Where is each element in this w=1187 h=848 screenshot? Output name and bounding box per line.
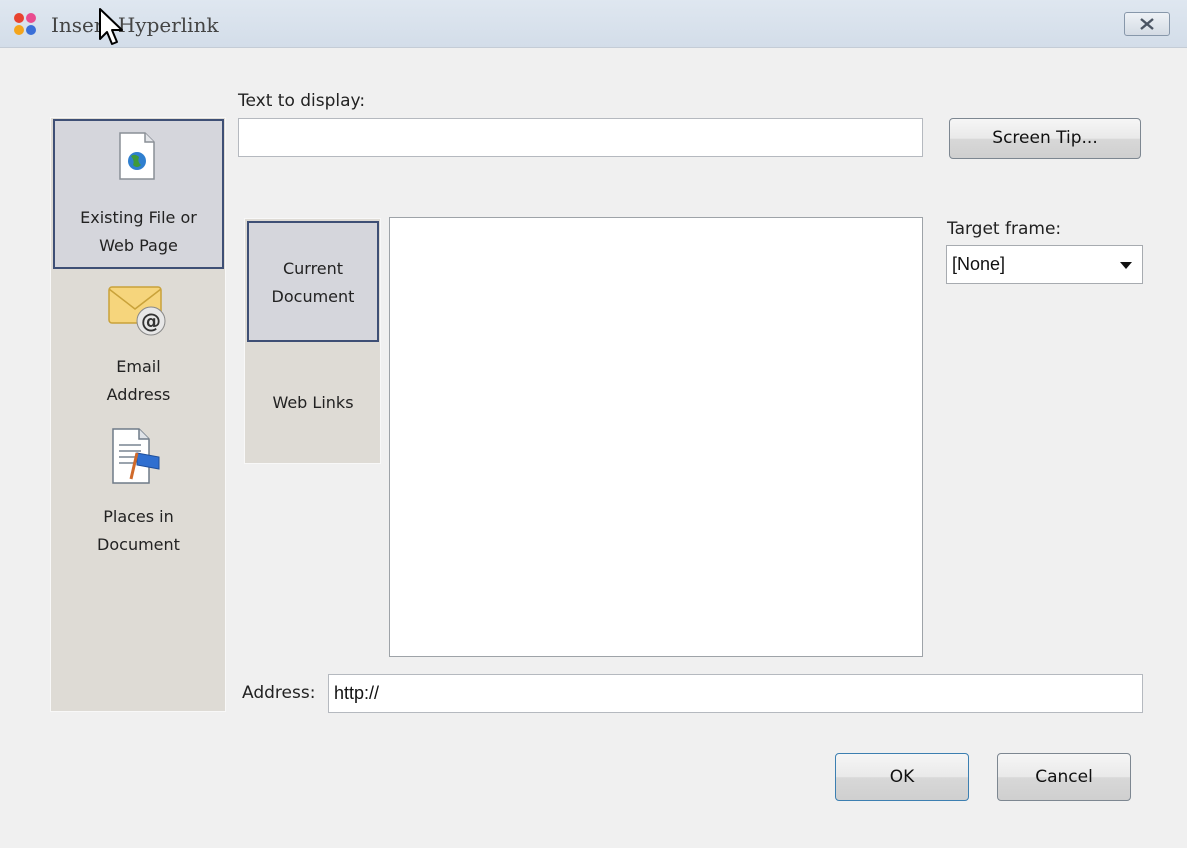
- link-to-places-label: Places in Document: [97, 507, 180, 554]
- mouse-cursor-icon: [99, 8, 123, 45]
- web-page-icon: [119, 132, 155, 180]
- link-to-existing-file-label: Existing File or Web Page: [80, 208, 197, 255]
- email-icon: @: [108, 286, 166, 336]
- target-frame-select[interactable]: [None]: [946, 245, 1143, 284]
- address-label: Address:: [242, 683, 316, 703]
- close-button[interactable]: [1124, 12, 1170, 36]
- title-bar: Insert Hyperlink: [0, 0, 1187, 48]
- svg-text:@: @: [141, 309, 161, 333]
- target-frame-value: [None]: [952, 254, 1006, 274]
- address-input[interactable]: [328, 674, 1143, 713]
- text-to-display-label: Text to display:: [238, 91, 366, 111]
- app-logo-icon: [14, 13, 36, 35]
- text-to-display-input[interactable]: [238, 118, 923, 157]
- link-to-email[interactable]: @ Email Address: [53, 273, 224, 413]
- cancel-button[interactable]: Cancel: [997, 753, 1131, 801]
- chevron-down-icon: [1120, 262, 1132, 269]
- document-list[interactable]: [389, 217, 923, 657]
- link-to-existing-file[interactable]: Existing File or Web Page: [53, 119, 224, 269]
- ok-button[interactable]: OK: [835, 753, 969, 801]
- close-icon: [1140, 18, 1154, 30]
- screen-tip-button[interactable]: Screen Tip...: [949, 118, 1141, 159]
- link-to-panel: Existing File or Web Page @ Email Addres…: [50, 117, 226, 712]
- link-to-places-in-document[interactable]: Places in Document: [53, 423, 224, 563]
- link-to-email-label: Email Address: [106, 357, 171, 404]
- target-frame-label: Target frame:: [947, 219, 1062, 239]
- window-title: Insert Hyperlink: [51, 13, 219, 37]
- sub-tab-panel: Current Document Web Links: [244, 218, 381, 464]
- tab-web-links[interactable]: Web Links: [247, 347, 379, 459]
- document-place-icon: [112, 428, 160, 484]
- tab-current-document[interactable]: Current Document: [247, 221, 379, 342]
